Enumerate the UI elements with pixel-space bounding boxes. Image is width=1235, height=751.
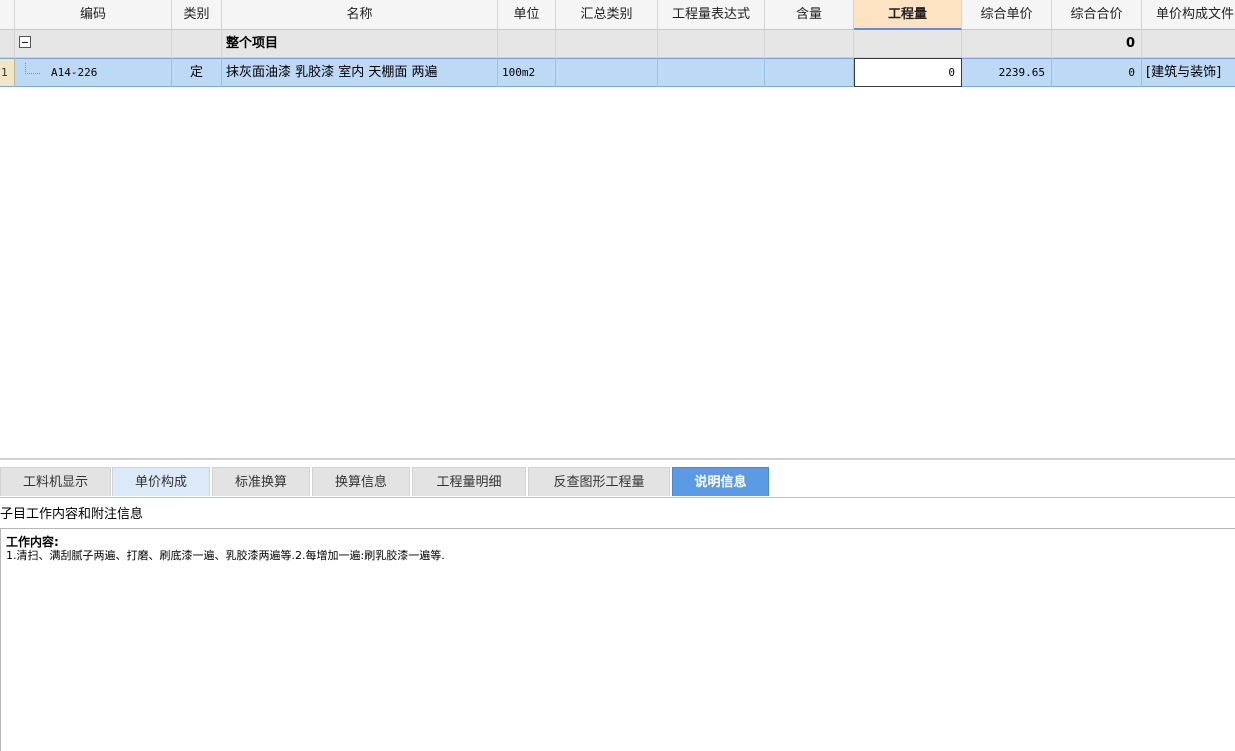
- code-text: A14-226: [51, 66, 98, 79]
- tab-unit-price-composition[interactable]: 单价构成: [112, 467, 210, 496]
- unit-price-cell[interactable]: [962, 30, 1052, 58]
- row-number[interactable]: 1: [0, 58, 15, 87]
- name-cell[interactable]: 抹灰面油漆 乳胶漆 室内 天棚面 两遍: [222, 58, 498, 87]
- col-header-name[interactable]: 名称: [222, 0, 498, 30]
- row-number-header: [0, 0, 15, 30]
- tree-line-icon: [25, 63, 40, 74]
- quantity-expression-cell[interactable]: [658, 58, 765, 87]
- content-cell[interactable]: [765, 30, 854, 58]
- col-header-unit-price[interactable]: 综合单价: [962, 0, 1052, 30]
- quantity-expression-cell[interactable]: [658, 30, 765, 58]
- summary-category-cell[interactable]: [556, 30, 658, 58]
- tab-reverse-graphic-quantity[interactable]: 反查图形工程量: [528, 467, 670, 496]
- quantity-input[interactable]: 0: [854, 58, 962, 87]
- tab-labor-material-machine[interactable]: 工料机显示: [0, 467, 111, 496]
- detail-tab-bar: 工料机显示 单价构成 标准换算 换算信息 工程量明细 反查图形工程量 说明信息: [0, 461, 1235, 498]
- tab-quantity-detail[interactable]: 工程量明细: [412, 467, 526, 496]
- tab-conversion-info[interactable]: 换算信息: [312, 467, 410, 496]
- col-header-quantity-expression[interactable]: 工程量表达式: [658, 0, 765, 30]
- category-cell[interactable]: [172, 30, 222, 58]
- total-price-cell[interactable]: 0: [1052, 58, 1142, 87]
- price-file-cell[interactable]: [1142, 30, 1235, 58]
- name-cell[interactable]: 整个项目: [222, 30, 498, 58]
- tab-standard-conversion[interactable]: 标准换算: [212, 467, 310, 496]
- col-header-content[interactable]: 含量: [765, 0, 854, 30]
- code-cell[interactable]: A14-226: [15, 58, 172, 87]
- info-text-area[interactable]: 工作内容: 1.清扫、满刮腻子两遍、打磨、刷底漆一遍、乳胶漆两遍等.2.每增加一…: [0, 528, 1235, 751]
- panel-splitter[interactable]: [0, 458, 1235, 460]
- col-header-price-file[interactable]: 单价构成文件: [1142, 0, 1235, 30]
- col-header-summary-category[interactable]: 汇总类别: [556, 0, 658, 30]
- info-body: 1.清扫、满刮腻子两遍、打磨、刷底漆一遍、乳胶漆两遍等.2.每增加一遍:刷乳胶漆…: [6, 549, 445, 562]
- unit-price-cell[interactable]: 2239.65: [962, 58, 1052, 87]
- col-header-category[interactable]: 类别: [172, 0, 222, 30]
- category-cell[interactable]: 定: [172, 58, 222, 87]
- info-section-title: 子目工作内容和附注信息: [0, 507, 144, 522]
- quantity-cell[interactable]: [854, 30, 962, 58]
- row-number[interactable]: [0, 30, 15, 58]
- minus-box-icon[interactable]: [19, 36, 31, 48]
- total-price-cell[interactable]: 0: [1052, 30, 1142, 58]
- col-header-code[interactable]: 编码: [15, 0, 172, 30]
- col-header-unit[interactable]: 单位: [498, 0, 556, 30]
- info-heading: 工作内容:: [6, 535, 59, 549]
- col-header-quantity[interactable]: 工程量: [854, 0, 962, 30]
- price-file-cell[interactable]: [建筑与装饰]: [1142, 58, 1235, 87]
- quota-grid[interactable]: 编码 类别 名称 单位 汇总类别 工程量表达式 含量 工程量 综合单价 综合合价…: [0, 0, 1235, 455]
- col-header-total-price[interactable]: 综合合价: [1052, 0, 1142, 30]
- code-cell[interactable]: [15, 30, 172, 58]
- unit-cell[interactable]: [498, 30, 556, 58]
- content-cell[interactable]: [765, 58, 854, 87]
- summary-category-cell[interactable]: [556, 58, 658, 87]
- tab-description-info[interactable]: 说明信息: [672, 467, 769, 496]
- unit-cell[interactable]: 100m2: [498, 58, 556, 87]
